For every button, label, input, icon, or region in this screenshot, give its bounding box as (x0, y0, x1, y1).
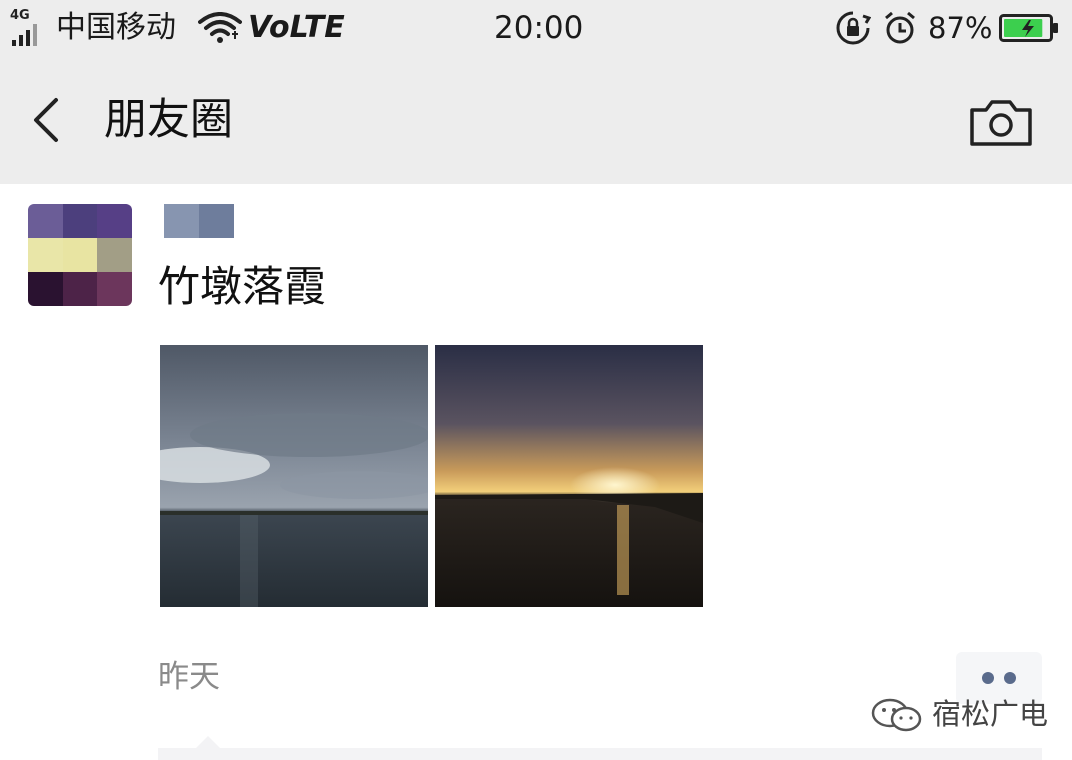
moments-screen: 4G 中国移动 VoLTE 20:00 87% 朋友圈 竹墩落霞 昨天 宿松广电 (0, 0, 1072, 760)
wifi-icon (198, 12, 242, 43)
battery-percent: 87% (928, 11, 993, 45)
comment-area (158, 748, 1042, 760)
status-bar: 4G 中国移动 VoLTE 20:00 87% (0, 0, 1072, 56)
moment-post: 竹墩落霞 昨天 宿松广电 (0, 184, 1072, 760)
comment-area-notch (196, 736, 220, 748)
alarm-icon (885, 11, 915, 44)
post-text: 竹墩落霞 (158, 262, 327, 311)
rotation-lock-icon (836, 11, 871, 45)
clock-time: 20:00 (494, 10, 584, 46)
cloudy-lake-photo[interactable] (160, 345, 428, 607)
avatar[interactable] (28, 204, 132, 306)
chevron-left-icon (34, 98, 58, 142)
watermark: 宿松广电 (870, 692, 1050, 736)
watermark-text: 宿松广电 (932, 697, 1049, 731)
title-bar: 朋友圈 (0, 56, 1072, 184)
page-title: 朋友圈 (104, 95, 233, 145)
signal-icon: 4G (10, 8, 52, 46)
back-button[interactable] (24, 92, 72, 148)
camera-icon (970, 100, 1032, 146)
battery-charging-icon (999, 14, 1058, 42)
network-type: 4G (10, 8, 30, 23)
wechat-icon (871, 698, 922, 732)
post-time: 昨天 (158, 659, 220, 695)
camera-button[interactable] (968, 94, 1034, 150)
sunset-lake-photo[interactable] (435, 345, 703, 607)
volte-indicator: VoLTE (248, 10, 345, 45)
carrier-name: 中国移动 (56, 10, 176, 45)
nickname[interactable] (164, 204, 234, 238)
